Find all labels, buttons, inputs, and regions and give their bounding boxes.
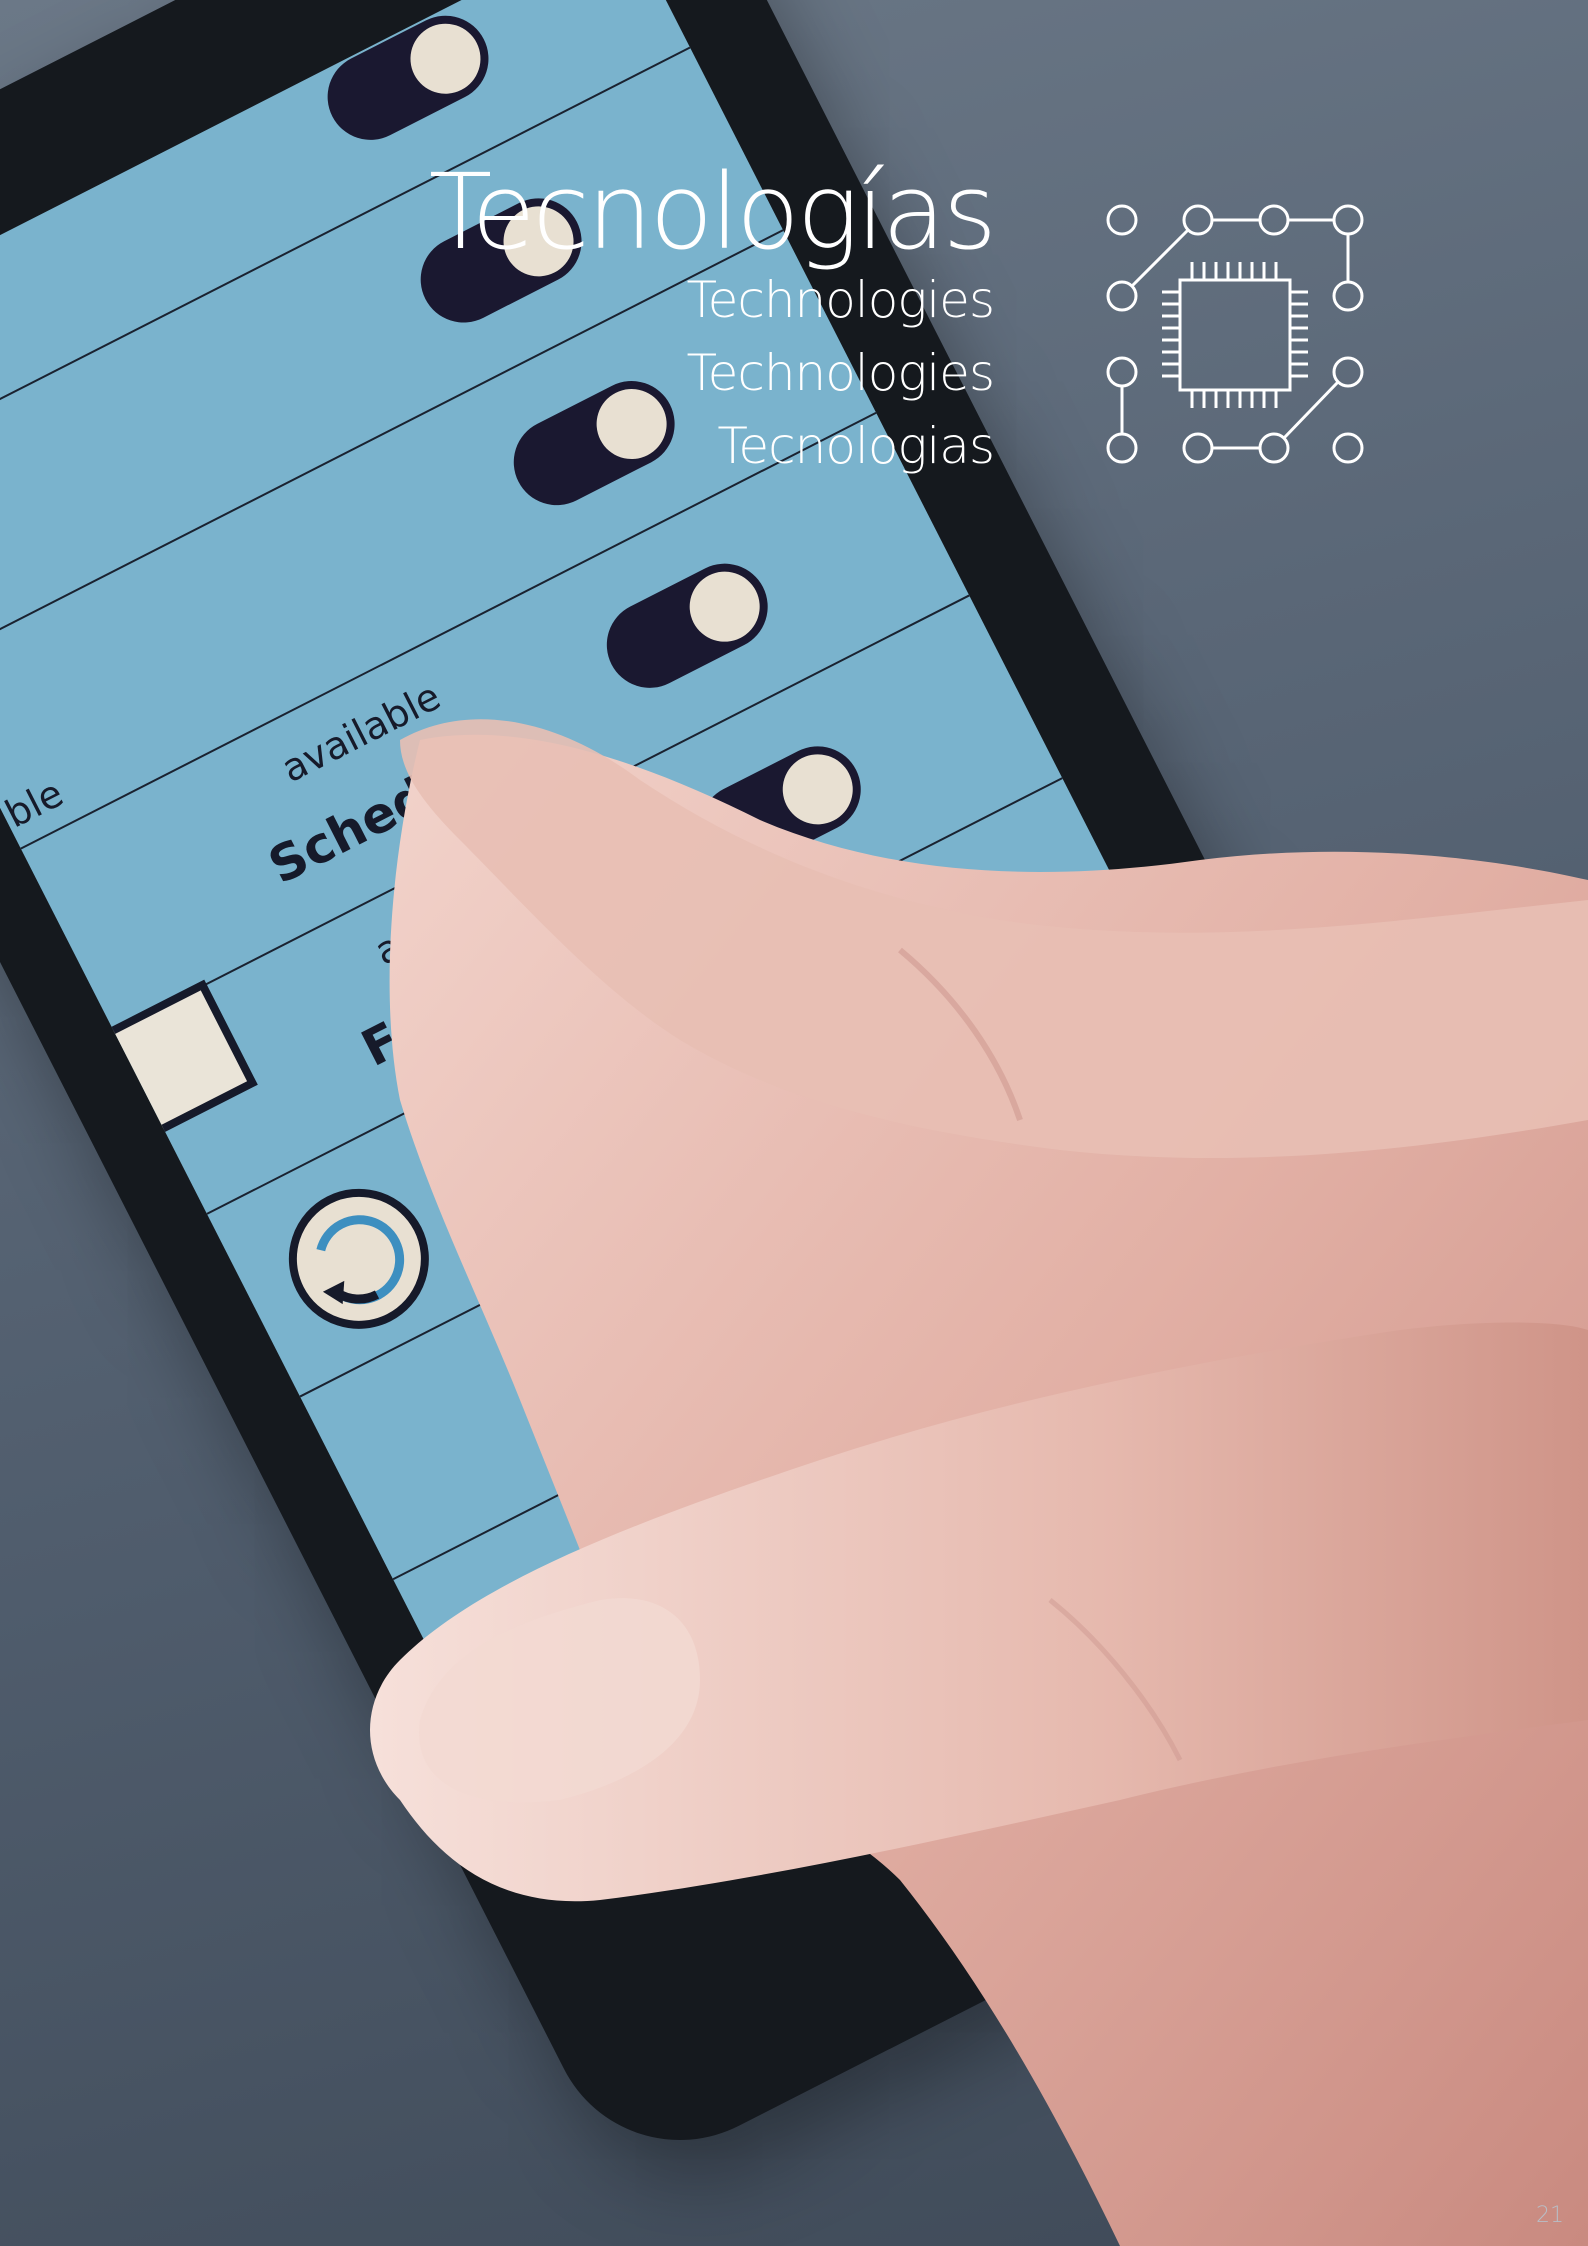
- factory-reset-toggle[interactable]: [685, 731, 876, 886]
- subtitle-english: Technologies: [686, 271, 995, 329]
- schedule-toggle[interactable]: [591, 548, 783, 703]
- page-title: Tecnologías: [428, 151, 997, 273]
- subtitle-french: Technologies: [686, 344, 995, 402]
- subtitle-portuguese: Tecnologias: [717, 417, 995, 475]
- toggle-knob: [398, 11, 493, 106]
- title-block: Tecnologías Technologies Technologies Te…: [294, 151, 997, 483]
- page: able available Schedule available Factor…: [0, 0, 1588, 2246]
- toggle-knob: [770, 742, 865, 837]
- page-number: 21: [1536, 2203, 1564, 2228]
- toggle-knob: [677, 559, 772, 654]
- circuit-chip-icon: [1106, 204, 1364, 464]
